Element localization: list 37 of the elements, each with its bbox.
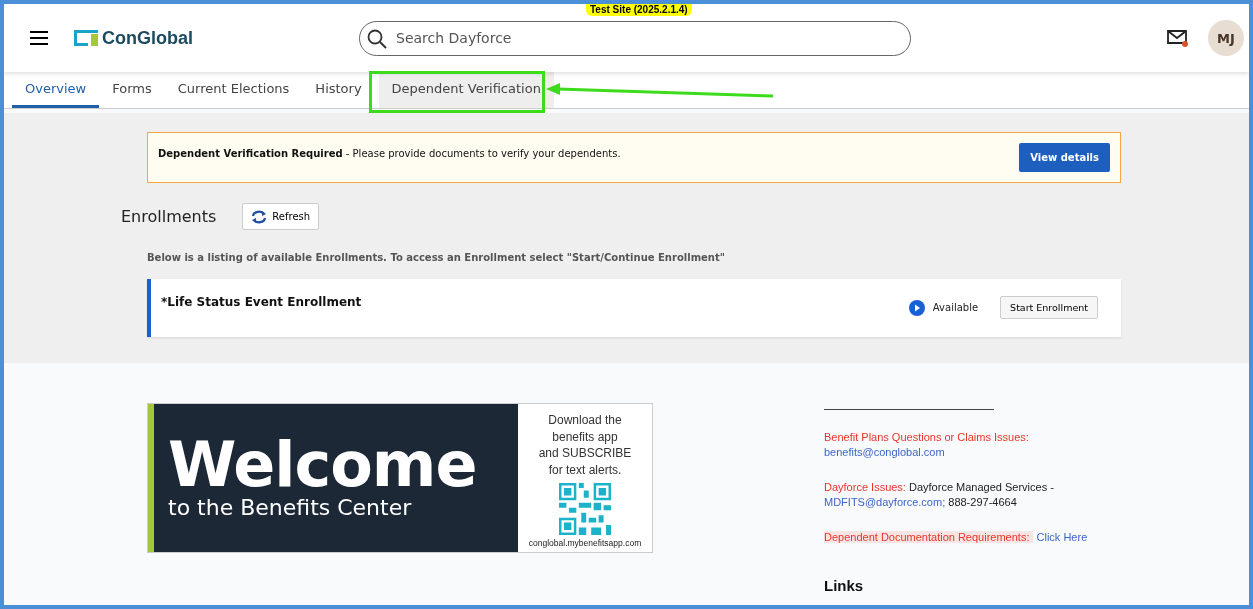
alert-message: Dependent Verification Required - Please provide documents to verify your dependents. (158, 148, 621, 159)
section-title: Enrollments (121, 207, 217, 226)
banner-title: Welcome (168, 435, 478, 495)
banner-subtitle: to the Benefits Center (168, 495, 413, 521)
tab[interactable]: Current Elections (164, 72, 303, 108)
contact-text: Dayforce Managed Services - (909, 481, 1054, 493)
refresh-icon (251, 209, 268, 224)
promo-text: Download the benefits app and SUBSCRIBE for text alerts. (538, 412, 632, 478)
qr-code-icon (559, 483, 611, 535)
phone-number: 888-297-4664 (948, 496, 1017, 508)
email-link[interactable]: benefits@conglobal.com (824, 446, 945, 458)
enrollment-name: *Life Status Event Enrollment (161, 295, 362, 311)
start-enrollment-button[interactable]: Start Enrollment (1000, 296, 1098, 319)
email-link[interactable]: MDFITS@dayforce.com; (824, 496, 946, 508)
contact-label: Benefit Plans Questions or Claims Issues: (824, 431, 1029, 443)
tab[interactable]: History (302, 72, 375, 108)
refresh-button[interactable]: Refresh (242, 203, 320, 230)
description-text: Below is a listing of available Enrollments. To access an Enrollment select "Start/Continue Enrollment" (147, 252, 726, 263)
menu-icon[interactable] (30, 31, 48, 45)
logo-icon (74, 30, 98, 46)
logo-text: ConGlobal (102, 27, 193, 49)
app-url: conglobal.mybenefitsapp.com (528, 538, 642, 548)
user-avatar[interactable]: MJ (1208, 20, 1244, 56)
email-link[interactable]: Click Here (1036, 531, 1088, 543)
contact-label: Dayforce Issues: (824, 481, 906, 493)
search-icon (367, 28, 387, 49)
play-icon (908, 299, 925, 316)
test-site-badge: Test Site (2025.2.1.4) (586, 4, 692, 16)
search-field[interactable]: Search Dayforce (359, 20, 911, 56)
status-text: Available (932, 302, 979, 313)
tab[interactable]: Forms (99, 72, 165, 108)
contact-label: Dependent Documentation Requirements: (824, 531, 1034, 543)
tab[interactable]: Dependent Verification (378, 72, 554, 108)
tab[interactable]: Overview (12, 72, 100, 108)
mail-icon[interactable] (1167, 28, 1189, 48)
links-heading: Links (824, 577, 865, 594)
view-details-button[interactable]: View details (1019, 143, 1110, 172)
